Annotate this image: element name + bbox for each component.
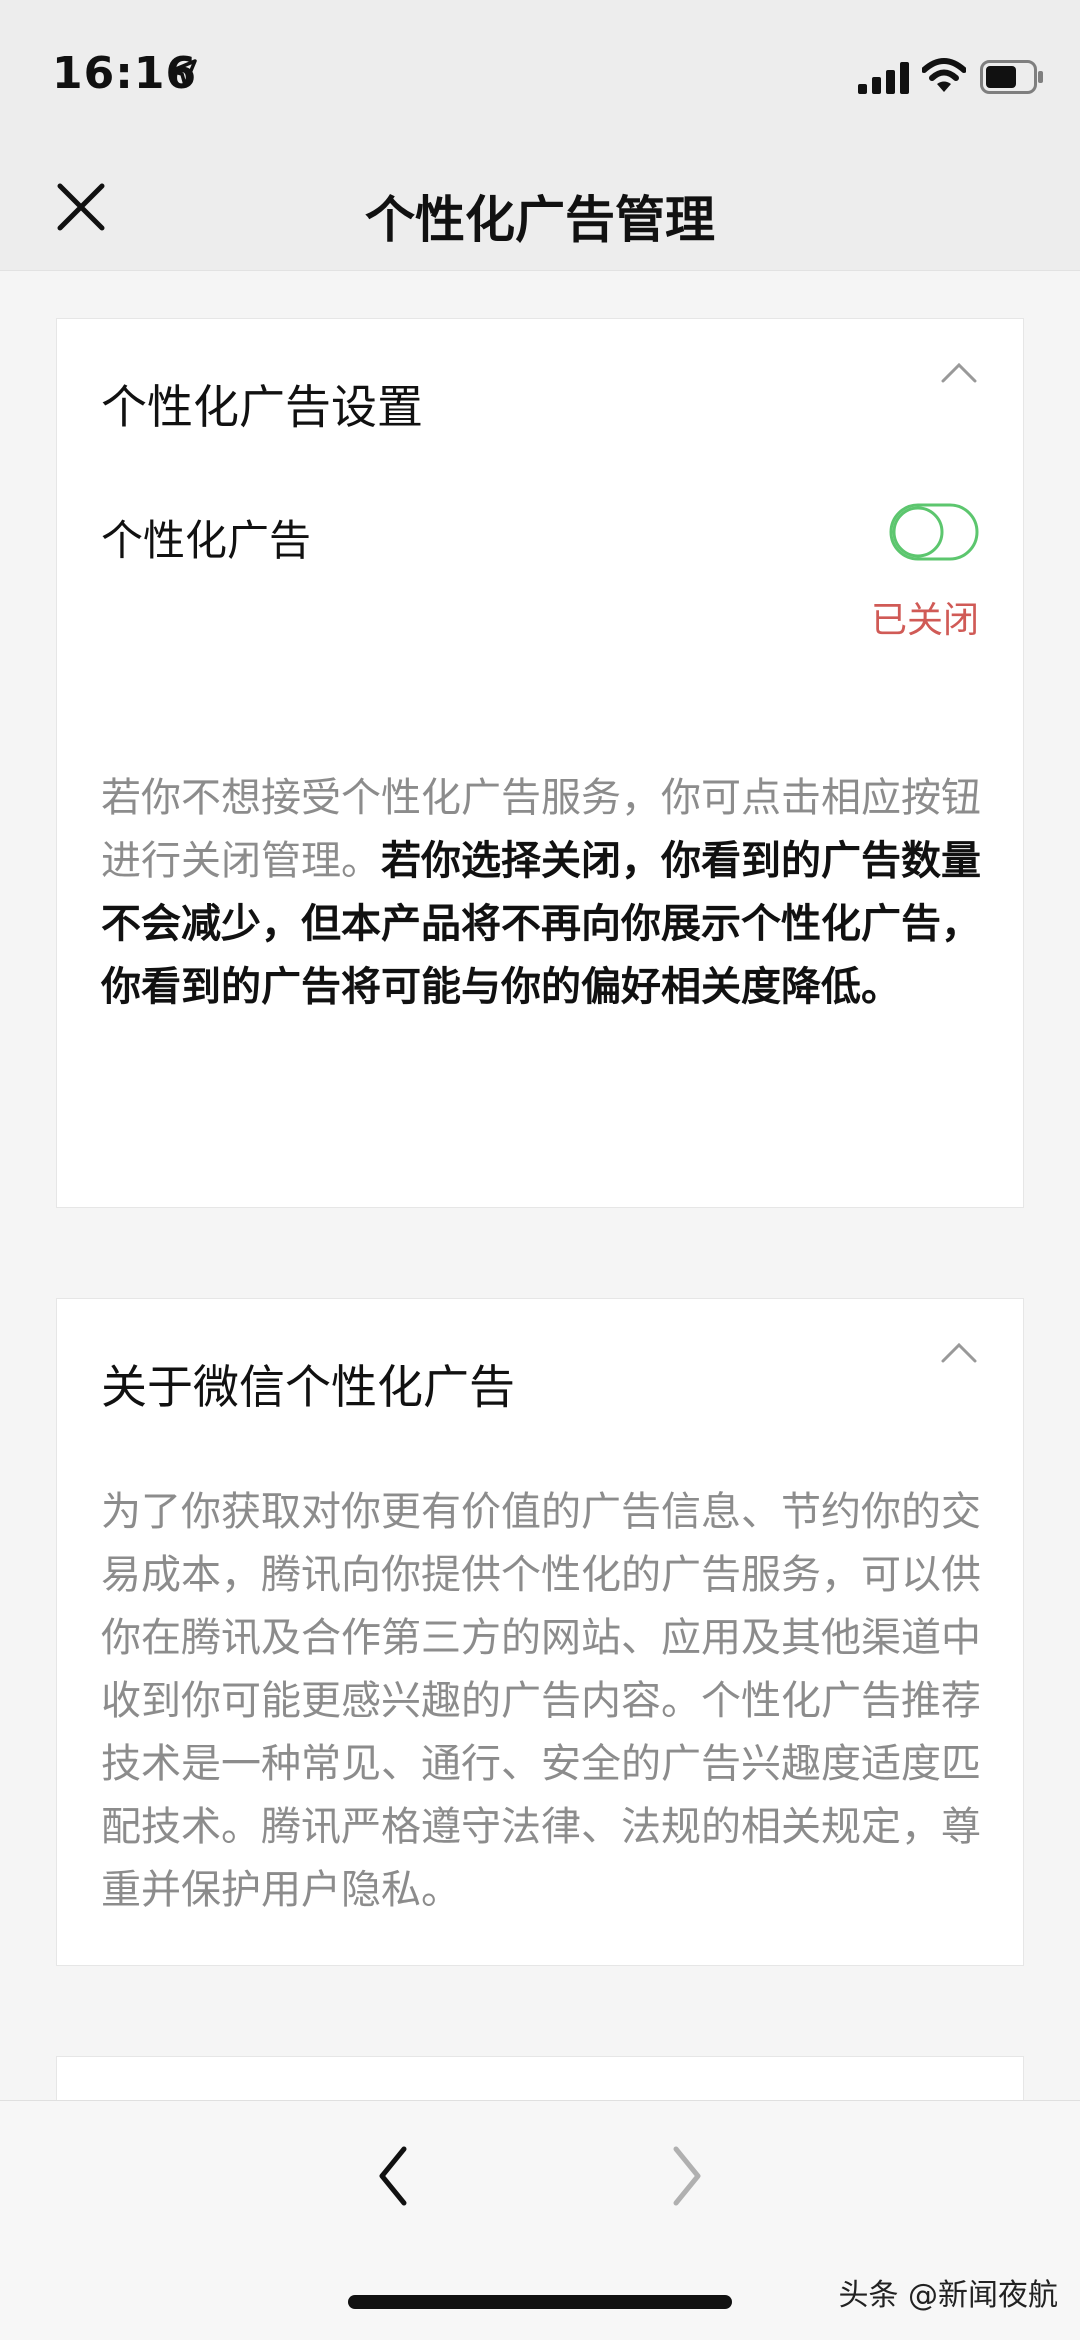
watermark-text: 头条 @新闻夜航: [838, 2278, 1058, 2313]
nav-bar: 个性化广告管理: [0, 150, 1080, 271]
toggle-status-text: 已关闭: [870, 600, 979, 641]
about-personalized-ads-card: 关于微信个性化广告 为了你获取对你更有价值的广告信息、节约你的交易成本，腾讯向你…: [56, 1298, 1024, 1966]
battery-icon: [980, 60, 1043, 94]
wifi-icon: [922, 58, 966, 92]
signal-icon: [858, 62, 909, 94]
status-bar: 16:16: [0, 0, 1080, 150]
chevron-left-icon[interactable]: [370, 2141, 420, 2211]
location-arrow-icon: [169, 59, 197, 87]
home-indicator[interactable]: [348, 2295, 732, 2309]
chevron-up-icon[interactable]: [939, 1339, 979, 1365]
chevron-up-icon[interactable]: [939, 359, 979, 385]
settings-card-title: 个性化广告设置: [101, 380, 423, 434]
settings-description: 若你不想接受个性化广告服务，你可点击相应按钮进行关闭管理。若你选择关闭，你看到的…: [101, 767, 1001, 1019]
about-card-title: 关于微信个性化广告: [101, 1360, 515, 1414]
personalized-ad-toggle[interactable]: [889, 503, 979, 561]
page-title: 个性化广告管理: [365, 191, 715, 249]
personalized-ad-label: 个性化广告: [101, 516, 312, 565]
about-description: 为了你获取对你更有价值的广告信息、节约你的交易成本，腾讯向你提供个性化的广告服务…: [101, 1489, 981, 1913]
chevron-right-icon[interactable]: [660, 2141, 710, 2211]
personalized-ad-settings-card: 个性化广告设置 个性化广告 已关闭 若你不想接受个性化广告服务，你可点击相应按钮…: [56, 318, 1024, 1208]
